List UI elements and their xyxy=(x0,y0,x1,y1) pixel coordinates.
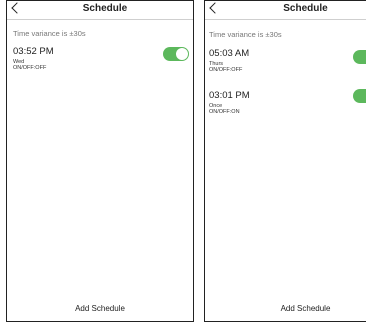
schedule-toggle[interactable] xyxy=(163,47,189,61)
schedule-screen-right: Schedule Time variance is ±30s 05:03 AM … xyxy=(204,0,366,322)
schedule-entry[interactable]: 03:52 PM Wed ON/OFF:OFF xyxy=(13,46,54,71)
schedule-toggle[interactable] xyxy=(353,50,366,64)
schedule-screen-left: Schedule Time variance is ±30s 03:52 PM … xyxy=(6,0,194,322)
schedule-time: 03:52 PM xyxy=(13,46,54,57)
page-title: Schedule xyxy=(82,3,128,14)
schedule-time: 05:03 AM xyxy=(209,48,250,59)
header: Schedule xyxy=(7,1,193,20)
schedule-state: ON/OFF:OFF xyxy=(13,65,47,71)
schedule-entry[interactable]: 05:03 AM Thurs ON/OFF:OFF xyxy=(209,48,249,73)
time-variance-text: Time variance is ±30s xyxy=(13,29,86,38)
header: Schedule xyxy=(205,1,366,20)
schedule-time: 03:01 PM xyxy=(209,90,250,101)
page: Schedule Time variance is ±30s 03:52 PM … xyxy=(0,0,366,322)
add-schedule-button[interactable]: Add Schedule xyxy=(205,304,366,313)
add-schedule-button[interactable]: Add Schedule xyxy=(7,304,193,313)
toggle-knob xyxy=(176,48,188,60)
schedule-state: ON/OFF:OFF xyxy=(209,67,243,73)
time-variance-text: Time variance is ±30s xyxy=(209,30,282,39)
page-title: Schedule xyxy=(283,3,328,14)
schedule-state: ON/OFF:ON xyxy=(209,109,240,115)
schedule-entry[interactable]: 03:01 PM Once ON/OFF:ON xyxy=(209,90,250,115)
schedule-toggle[interactable] xyxy=(353,89,366,103)
